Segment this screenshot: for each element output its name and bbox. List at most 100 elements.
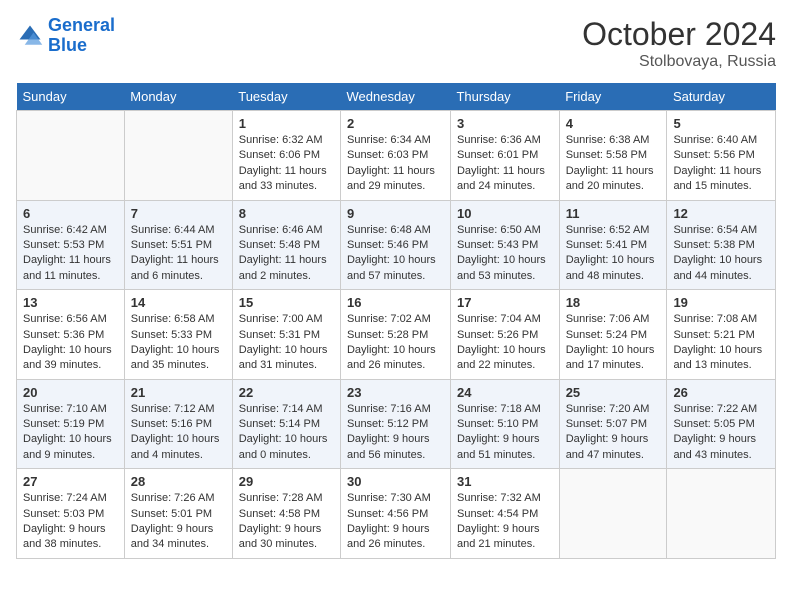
day-number: 5 — [673, 116, 769, 131]
calendar-week-row: 20 Sunrise: 7:10 AM Sunset: 5:19 PM Dayli… — [17, 379, 776, 469]
day-info: Sunrise: 7:10 AM Sunset: 5:19 PM Dayligh… — [23, 402, 118, 464]
day-number: 25 — [566, 385, 661, 400]
day-info: Sunrise: 6:56 AM Sunset: 5:36 PM Dayligh… — [23, 312, 118, 374]
day-number: 30 — [347, 474, 444, 489]
day-info: Sunrise: 6:48 AM Sunset: 5:46 PM Dayligh… — [347, 223, 444, 285]
day-info: Sunrise: 7:08 AM Sunset: 5:21 PM Dayligh… — [673, 312, 769, 374]
calendar-cell: 29 Sunrise: 7:28 AM Sunset: 4:58 PM Dayli… — [232, 469, 340, 559]
day-info: Sunrise: 6:34 AM Sunset: 6:03 PM Dayligh… — [347, 133, 444, 195]
day-info: Sunrise: 7:12 AM Sunset: 5:16 PM Dayligh… — [131, 402, 226, 464]
day-info: Sunrise: 6:52 AM Sunset: 5:41 PM Dayligh… — [566, 223, 661, 285]
day-info: Sunrise: 7:16 AM Sunset: 5:12 PM Dayligh… — [347, 402, 444, 464]
day-number: 14 — [131, 295, 226, 310]
logo-icon — [16, 22, 44, 50]
calendar-cell: 1 Sunrise: 6:32 AM Sunset: 6:06 PM Daylig… — [232, 111, 340, 201]
day-number: 15 — [239, 295, 334, 310]
logo-text: General Blue — [48, 16, 115, 56]
day-number: 26 — [673, 385, 769, 400]
calendar-cell: 15 Sunrise: 7:00 AM Sunset: 5:31 PM Dayli… — [232, 290, 340, 380]
calendar-body: 1 Sunrise: 6:32 AM Sunset: 6:06 PM Daylig… — [17, 111, 776, 559]
calendar-cell: 6Sunrise: 6:42 AM Sunset: 5:53 PM Daylig… — [17, 200, 125, 290]
day-number: 3 — [457, 116, 553, 131]
day-info: Sunrise: 7:24 AM Sunset: 5:03 PM Dayligh… — [23, 491, 118, 553]
month-title: October 2024 — [582, 16, 776, 53]
calendar-cell: 14 Sunrise: 6:58 AM Sunset: 5:33 PM Dayli… — [124, 290, 232, 380]
day-number: 4 — [566, 116, 661, 131]
calendar-cell: 2 Sunrise: 6:34 AM Sunset: 6:03 PM Daylig… — [340, 111, 450, 201]
day-number: 19 — [673, 295, 769, 310]
day-info: Sunrise: 7:00 AM Sunset: 5:31 PM Dayligh… — [239, 312, 334, 374]
calendar-cell: 10Sunrise: 6:50 AM Sunset: 5:43 PM Dayli… — [450, 200, 559, 290]
calendar-cell: 30Sunrise: 7:30 AM Sunset: 4:56 PM Dayli… — [340, 469, 450, 559]
calendar-cell: 17 Sunrise: 7:04 AM Sunset: 5:26 PM Dayli… — [450, 290, 559, 380]
calendar-cell: 18 Sunrise: 7:06 AM Sunset: 5:24 PM Dayli… — [559, 290, 667, 380]
day-number: 21 — [131, 385, 226, 400]
calendar-cell: 31Sunrise: 7:32 AM Sunset: 4:54 PM Dayli… — [450, 469, 559, 559]
calendar-cell — [124, 111, 232, 201]
calendar-cell: 7Sunrise: 6:44 AM Sunset: 5:51 PM Daylig… — [124, 200, 232, 290]
day-of-week-header: Sunday — [17, 83, 125, 111]
calendar-cell: 5 Sunrise: 6:40 AM Sunset: 5:56 PM Daylig… — [667, 111, 776, 201]
day-info: Sunrise: 6:54 AM Sunset: 5:38 PM Dayligh… — [673, 223, 769, 285]
day-of-week-header: Tuesday — [232, 83, 340, 111]
calendar-cell: 4 Sunrise: 6:38 AM Sunset: 5:58 PM Daylig… — [559, 111, 667, 201]
header-row: SundayMondayTuesdayWednesdayThursdayFrid… — [17, 83, 776, 111]
day-of-week-header: Friday — [559, 83, 667, 111]
day-number: 1 — [239, 116, 334, 131]
day-info: Sunrise: 7:06 AM Sunset: 5:24 PM Dayligh… — [566, 312, 661, 374]
day-info: Sunrise: 7:18 AM Sunset: 5:10 PM Dayligh… — [457, 402, 553, 464]
calendar-cell: 12 Sunrise: 6:54 AM Sunset: 5:38 PM Dayli… — [667, 200, 776, 290]
calendar-week-row: 6Sunrise: 6:42 AM Sunset: 5:53 PM Daylig… — [17, 200, 776, 290]
calendar-cell: 13 Sunrise: 6:56 AM Sunset: 5:36 PM Dayli… — [17, 290, 125, 380]
day-of-week-header: Saturday — [667, 83, 776, 111]
day-info: Sunrise: 6:50 AM Sunset: 5:43 PM Dayligh… — [457, 223, 553, 285]
day-info: Sunrise: 7:20 AM Sunset: 5:07 PM Dayligh… — [566, 402, 661, 464]
day-number: 18 — [566, 295, 661, 310]
calendar-cell: 22 Sunrise: 7:14 AM Sunset: 5:14 PM Dayli… — [232, 379, 340, 469]
calendar-cell — [17, 111, 125, 201]
calendar-header: SundayMondayTuesdayWednesdayThursdayFrid… — [17, 83, 776, 111]
calendar-cell: 26 Sunrise: 7:22 AM Sunset: 5:05 PM Dayli… — [667, 379, 776, 469]
calendar-cell: 23Sunrise: 7:16 AM Sunset: 5:12 PM Dayli… — [340, 379, 450, 469]
day-number: 22 — [239, 385, 334, 400]
day-number: 24 — [457, 385, 553, 400]
day-number: 12 — [673, 206, 769, 221]
day-info: Sunrise: 6:58 AM Sunset: 5:33 PM Dayligh… — [131, 312, 226, 374]
day-number: 11 — [566, 206, 661, 221]
calendar-cell: 11 Sunrise: 6:52 AM Sunset: 5:41 PM Dayli… — [559, 200, 667, 290]
day-info: Sunrise: 7:26 AM Sunset: 5:01 PM Dayligh… — [131, 491, 226, 553]
day-number: 6 — [23, 206, 118, 221]
day-info: Sunrise: 6:36 AM Sunset: 6:01 PM Dayligh… — [457, 133, 553, 195]
day-info: Sunrise: 6:44 AM Sunset: 5:51 PM Dayligh… — [131, 223, 226, 285]
day-of-week-header: Thursday — [450, 83, 559, 111]
day-info: Sunrise: 6:40 AM Sunset: 5:56 PM Dayligh… — [673, 133, 769, 195]
day-number: 29 — [239, 474, 334, 489]
day-number: 20 — [23, 385, 118, 400]
day-info: Sunrise: 7:22 AM Sunset: 5:05 PM Dayligh… — [673, 402, 769, 464]
day-info: Sunrise: 6:38 AM Sunset: 5:58 PM Dayligh… — [566, 133, 661, 195]
day-number: 17 — [457, 295, 553, 310]
logo-line2: Blue — [48, 35, 87, 55]
calendar-cell: 21 Sunrise: 7:12 AM Sunset: 5:16 PM Dayli… — [124, 379, 232, 469]
title-block: October 2024 Stolbovaya, Russia — [582, 16, 776, 71]
day-info: Sunrise: 7:04 AM Sunset: 5:26 PM Dayligh… — [457, 312, 553, 374]
calendar-week-row: 27Sunrise: 7:24 AM Sunset: 5:03 PM Dayli… — [17, 469, 776, 559]
calendar-cell: 16Sunrise: 7:02 AM Sunset: 5:28 PM Dayli… — [340, 290, 450, 380]
calendar-cell: 20 Sunrise: 7:10 AM Sunset: 5:19 PM Dayli… — [17, 379, 125, 469]
day-number: 13 — [23, 295, 118, 310]
day-info: Sunrise: 7:28 AM Sunset: 4:58 PM Dayligh… — [239, 491, 334, 553]
day-number: 9 — [347, 206, 444, 221]
day-number: 2 — [347, 116, 444, 131]
day-number: 28 — [131, 474, 226, 489]
day-info: Sunrise: 6:32 AM Sunset: 6:06 PM Dayligh… — [239, 133, 334, 195]
calendar-cell — [559, 469, 667, 559]
day-info: Sunrise: 7:14 AM Sunset: 5:14 PM Dayligh… — [239, 402, 334, 464]
page-header: General Blue October 2024 Stolbovaya, Ru… — [16, 16, 776, 71]
calendar-week-row: 1 Sunrise: 6:32 AM Sunset: 6:06 PM Daylig… — [17, 111, 776, 201]
logo-line1: General — [48, 15, 115, 35]
day-of-week-header: Wednesday — [340, 83, 450, 111]
calendar-cell — [667, 469, 776, 559]
calendar-cell: 27Sunrise: 7:24 AM Sunset: 5:03 PM Dayli… — [17, 469, 125, 559]
day-number: 8 — [239, 206, 334, 221]
day-info: Sunrise: 6:46 AM Sunset: 5:48 PM Dayligh… — [239, 223, 334, 285]
